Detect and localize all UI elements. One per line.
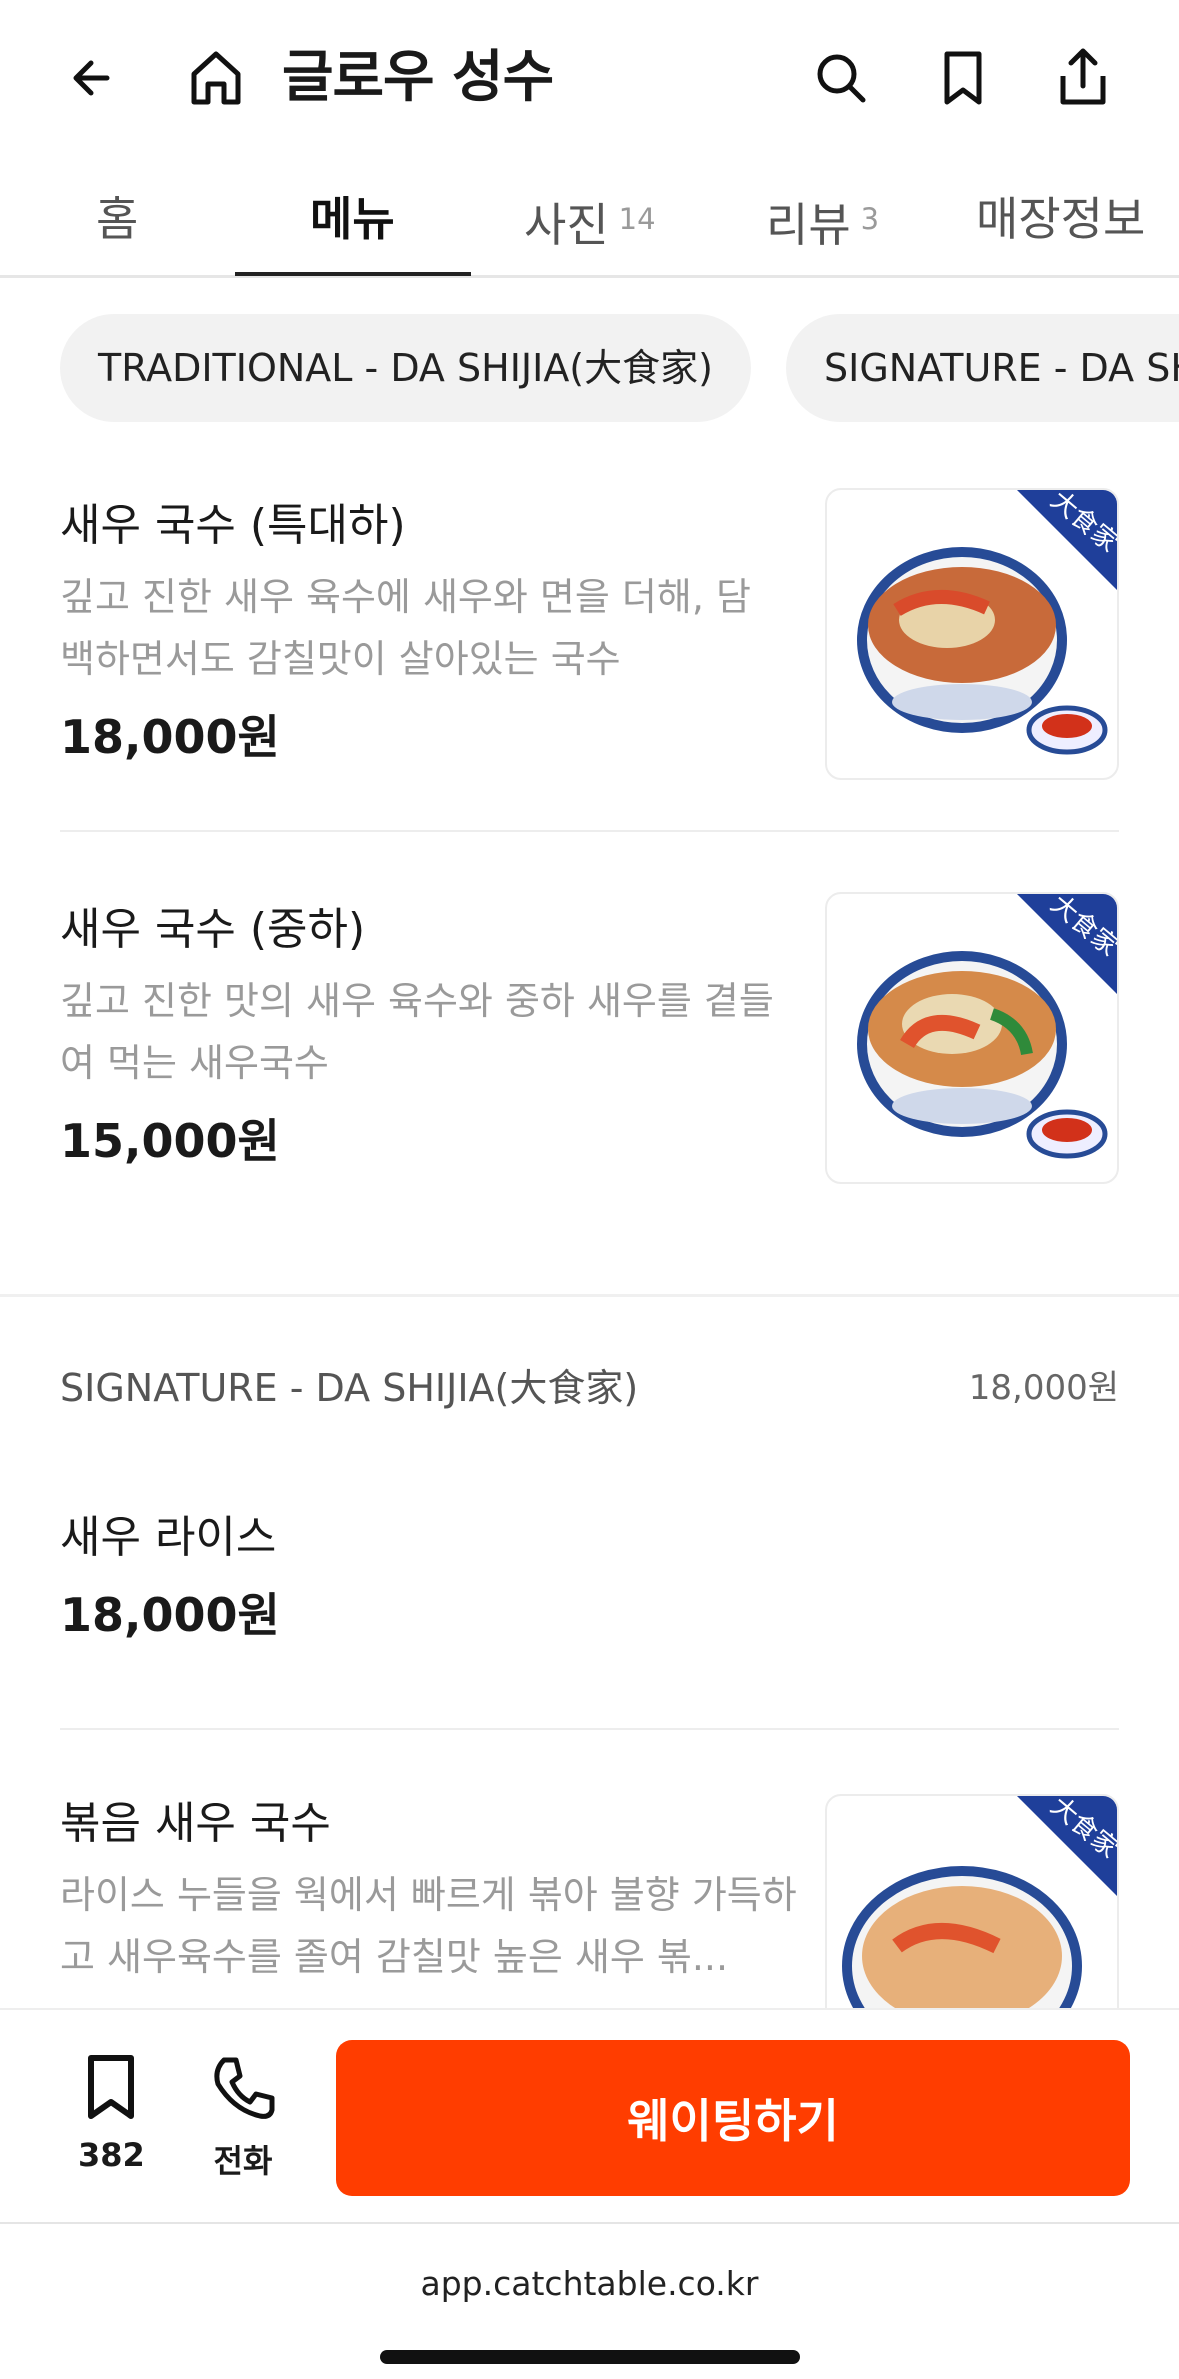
back-arrow-icon[interactable] (55, 38, 135, 118)
menu-item[interactable]: 새우 국수 (중하) 깊고 진한 맛의 새우 육수와 중하 새우를 곁들여 먹는… (60, 892, 1119, 1192)
call-label: 전화 (213, 2142, 273, 2180)
menu-item-price: 18,000원 (60, 1588, 280, 1642)
waiting-button[interactable]: 웨이팅하기 (336, 2040, 1130, 2196)
category-chips: TRADITIONAL - DA SHIJIA(大食家) SIGNATURE -… (0, 312, 1179, 424)
menu-item-desc: 깊고 진한 새우 육수에 새우와 면을 더해, 담백하면서도 감칠맛이 살아있는… (60, 575, 751, 681)
home-icon[interactable] (176, 38, 256, 118)
share-icon[interactable] (1043, 38, 1123, 118)
chip-signature[interactable]: SIGNATURE - DA SHIJIA(大食家) (786, 314, 1179, 422)
search-icon[interactable] (801, 38, 881, 118)
tab-reviews-count: 3 (860, 202, 880, 236)
item-divider (60, 830, 1119, 832)
tab-bar: 홈 메뉴 사진 14 리뷰 3 매장정보 (0, 160, 1179, 278)
page-title: 글로우 성수 (282, 45, 554, 110)
home-indicator (380, 2350, 800, 2364)
chip-traditional[interactable]: TRADITIONAL - DA SHIJIA(大食家) (60, 314, 751, 422)
section-title: SIGNATURE - DA SHIJIA(大食家) (60, 1366, 639, 1410)
top-bar: 글로우 성수 (0, 0, 1179, 160)
section-price: 18,000원 (968, 1368, 1119, 1408)
active-tab-indicator (235, 272, 471, 276)
tab-menu[interactable]: 메뉴 (310, 184, 395, 278)
call-button[interactable]: 전화 (210, 2054, 276, 2182)
url-bar[interactable]: app.catchtable.co.kr (0, 2264, 1179, 2303)
tab-photos[interactable]: 사진 14 (524, 184, 656, 278)
tab-home[interactable]: 홈 (96, 184, 138, 278)
menu-item[interactable]: 새우 국수 (특대하) 깊고 진한 새우 육수에 새우와 면을 더해, 담백하면… (60, 488, 1119, 788)
bookmark-count: 382 (78, 2136, 145, 2174)
item-divider (60, 1728, 1119, 1730)
section-header: SIGNATURE - DA SHIJIA(大食家) 18,000원 (60, 1358, 1119, 1418)
menu-item-image: 大食家 (825, 1794, 1119, 2008)
menu-item-image: 大食家 (825, 892, 1119, 1184)
menu-item[interactable]: 볶음 새우 국수 라이스 누들을 웍에서 빠르게 볶아 불향 가득하고 새우육수… (60, 1794, 1119, 2008)
menu-item[interactable]: 새우 라이스 18,000원 (60, 1508, 1119, 1658)
menu-item-name: 새우 라이스 (60, 1512, 277, 1563)
section-separator (0, 1294, 1179, 1297)
bottom-action-bar: 382 전화 웨이팅하기 (0, 2008, 1179, 2222)
tab-reviews[interactable]: 리뷰 3 (766, 184, 879, 278)
bookmark-count-button[interactable]: 382 (78, 2054, 145, 2174)
tab-photos-count: 14 (618, 202, 656, 236)
menu-item-desc: 깊고 진한 맛의 새우 육수와 중하 새우를 곁들여 먹는 새우국수 (60, 979, 774, 1085)
menu-item-desc: 라이스 누들을 웍에서 빠르게 볶아 불향 가득하고 새우육수를 졸여 감칠맛 … (60, 1873, 797, 1979)
tab-store-info[interactable]: 매장정보 (976, 184, 1145, 278)
browser-footer: app.catchtable.co.kr (0, 2222, 1179, 2379)
bookmark-icon[interactable] (923, 38, 1003, 118)
menu-item-image: 大食家 (825, 488, 1119, 780)
